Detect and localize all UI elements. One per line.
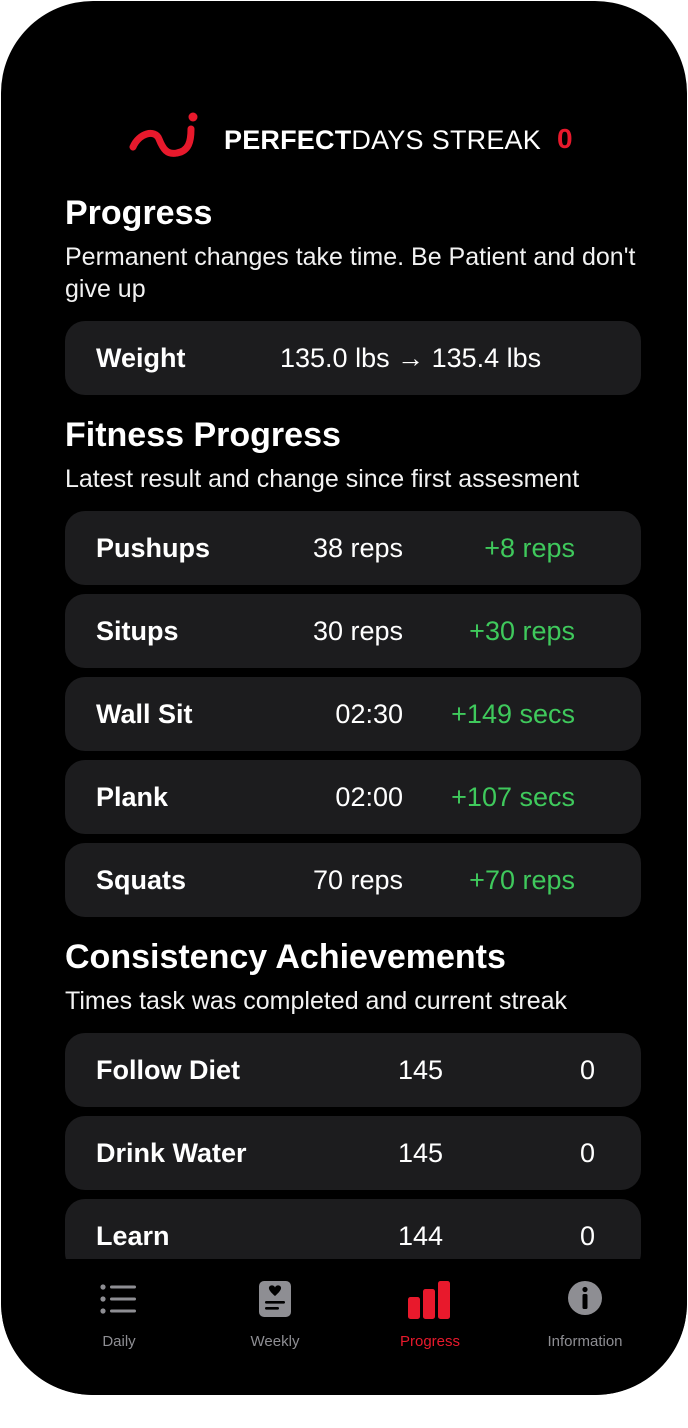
tab-daily-label: Daily [102,1333,136,1350]
info-icon [568,1281,602,1315]
consistency-title: Consistency Achievements [65,938,506,976]
consistency-row-drink-water: Drink Water 145 0 [65,1116,641,1190]
scroll-content[interactable]: Progress Permanent changes take time. Be… [65,191,641,1259]
consistency-streak: 0 [579,1055,595,1085]
fitness-row-plank: Plank 02:00 +107 secs [65,760,641,834]
fitness-label: Plank [96,782,169,812]
tab-bar: Daily Weekly Progress Information [1,1259,687,1395]
consistency-row-follow-diet: Follow Diet 145 0 [65,1033,641,1107]
consistency-completed: 145 [397,1138,443,1168]
phone-screen: PERFECTDAYS STREAK 0 Progress Permanent c… [1,1,687,1395]
progress-subtitle: Permanent changes take time. Be Patient … [65,243,636,303]
tab-information-label: Information [547,1333,623,1350]
fitness-change: +8 reps [484,533,575,563]
consistency-completed: 144 [397,1221,443,1251]
fitness-subtitle: Latest result and change since first ass… [65,465,580,493]
consistency-label: Drink Water [96,1138,247,1168]
progress-title: Progress [65,194,213,232]
fitness-row-pushups: Pushups 38 reps +8 reps [65,511,641,585]
tab-progress[interactable]: Progress [370,1277,490,1350]
fitness-label: Pushups [96,533,211,563]
fitness-latest: 02:00 [335,782,403,812]
tab-weekly-label: Weekly [250,1333,300,1350]
brand-bold-text: PERFECT [224,125,352,155]
tab-daily[interactable]: Daily [59,1277,179,1350]
consistency-streak: 0 [579,1138,595,1168]
fitness-change: +107 secs [451,782,575,812]
fitness-change: +70 reps [469,865,575,895]
fitness-latest: 02:30 [335,699,403,729]
fitness-change: +30 reps [469,616,575,646]
app-logo-icon [129,112,198,157]
consistency-completed: 145 [397,1055,443,1085]
consistency-label: Learn [96,1221,170,1251]
weight-card: Weight 135.0 lbs → 135.4 lbs [65,321,641,395]
tab-progress-label: Progress [399,1333,461,1350]
streak-count: 0 [557,123,573,154]
fitness-title: Fitness Progress [65,416,341,454]
weight-label: Weight [96,343,186,373]
tab-weekly[interactable]: Weekly [215,1277,335,1350]
consistency-subtitle: Times task was completed and current str… [65,987,568,1015]
fitness-label: Situps [96,616,179,646]
fitness-change: +149 secs [451,699,575,729]
bar-chart-icon [408,1281,450,1319]
fitness-row-squats: Squats 70 reps +70 reps [65,843,641,917]
brand-regular-text: DAYS [351,125,424,155]
fitness-latest: 70 reps [312,865,403,895]
fitness-row-wall-sit: Wall Sit 02:30 +149 secs [65,677,641,751]
fitness-latest: 38 reps [312,533,403,563]
brand-title: PERFECTDAYS STREAK [224,125,541,156]
tab-information[interactable]: Information [525,1277,645,1350]
fitness-latest: 30 reps [312,616,403,646]
fitness-label: Wall Sit [96,699,193,729]
consistency-streak: 0 [579,1221,595,1251]
streak-label: STREAK [431,125,541,155]
journal-icon [259,1281,291,1317]
consistency-label: Follow Diet [96,1055,240,1085]
weight-value: 135.0 lbs → 135.4 lbs [280,343,542,373]
list-icon [100,1284,136,1314]
fitness-row-situps: Situps 30 reps +30 reps [65,594,641,668]
app-header: PERFECTDAYS STREAK 0 [1,109,687,169]
fitness-label: Squats [96,865,187,895]
consistency-row-learn: Learn 144 0 [65,1199,641,1259]
